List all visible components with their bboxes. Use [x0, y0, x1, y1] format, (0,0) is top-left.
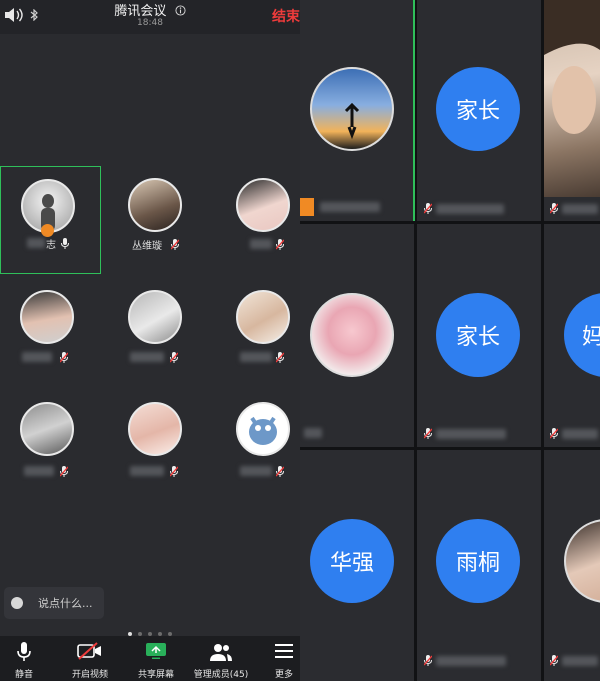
participant-tile[interactable]: [216, 390, 300, 494]
participant-tile[interactable]: [216, 278, 300, 382]
mic-muted-icon: [276, 239, 284, 250]
grid-divider: [300, 221, 600, 224]
participant-tile[interactable]: [108, 390, 200, 494]
meeting-title[interactable]: 腾讯会议: [0, 0, 300, 19]
redacted-name: [436, 656, 506, 666]
mic-muted-icon: [171, 239, 179, 250]
mute-label: 静音: [14, 670, 33, 680]
redacted-name: [436, 429, 506, 439]
redacted-name: [562, 204, 598, 214]
avatar: [236, 290, 290, 344]
redacted-name: [562, 656, 598, 666]
participant-avatar[interactable]: [564, 519, 600, 603]
meeting-main-view: 腾讯会议 18:48 结束 志 丛维璇 说点什么... 静音 开启视频 共享屏幕…: [0, 0, 300, 681]
mic-muted-icon: [60, 466, 68, 477]
participant-tile[interactable]: 丛维璇: [108, 166, 200, 270]
members-icon: [210, 644, 232, 661]
mic-muted-icon: [424, 428, 432, 439]
avatar: [20, 402, 74, 456]
mic-muted-icon: [60, 352, 68, 363]
participant-tile[interactable]: 志: [0, 166, 101, 274]
participant-avatar[interactable]: [310, 293, 394, 377]
share-screen-button[interactable]: 共享屏幕: [128, 636, 184, 681]
members-label: 管理成员(45): [193, 670, 249, 680]
redacted-name: [240, 466, 272, 476]
redacted-name: [436, 204, 504, 214]
participant-tile[interactable]: [108, 278, 200, 382]
mic-icon: [17, 642, 31, 661]
participant-tile[interactable]: [216, 166, 300, 270]
avatar: [128, 290, 182, 344]
redacted-name: [304, 428, 322, 438]
avatar: [236, 178, 290, 232]
avatar: [20, 290, 74, 344]
mic-muted-icon: [276, 352, 284, 363]
redacted-name: [24, 466, 54, 476]
mic-muted-icon: [170, 352, 178, 363]
mic-muted-icon: [424, 655, 432, 666]
share-label: 共享屏幕: [137, 670, 174, 680]
participant-initial[interactable]: 家长: [436, 67, 520, 151]
grid-divider: [300, 447, 600, 450]
mute-button[interactable]: 静音: [0, 636, 48, 681]
participant-initial[interactable]: 家长: [436, 293, 520, 377]
participant-avatar[interactable]: [310, 67, 394, 151]
active-speaker-border: [413, 0, 415, 221]
redacted-name: [130, 466, 164, 476]
redacted-name: [320, 202, 380, 212]
video-label: 开启视频: [71, 670, 108, 680]
mic-muted-icon: [550, 655, 558, 666]
chat-placeholder: 说点什么...: [38, 597, 93, 610]
meeting-clock: 18:48: [137, 18, 163, 28]
participant-video[interactable]: [544, 0, 600, 197]
redacted-name: [130, 352, 164, 362]
info-icon[interactable]: [175, 5, 186, 16]
end-meeting-button[interactable]: 结束: [272, 6, 300, 26]
avatar: [236, 402, 290, 456]
bottom-toolbar: 静音 开启视频 共享屏幕 管理成员(45) 更多: [0, 636, 300, 681]
more-label: 更多: [274, 670, 293, 680]
mic-muted-icon: [276, 466, 284, 477]
gallery-view: 家长 家长 妈 华强 雨桐: [300, 0, 600, 681]
mic-icon: [61, 238, 69, 249]
participant-initial[interactable]: 华强: [310, 519, 394, 603]
start-video-button[interactable]: 开启视频: [58, 636, 122, 681]
more-menu-icon: [275, 644, 293, 658]
participant-name: 志: [46, 240, 56, 251]
participant-initial[interactable]: 妈: [564, 293, 600, 377]
redacted-name: [240, 352, 272, 362]
participant-initial[interactable]: 雨桐: [436, 519, 520, 603]
mic-muted-icon: [170, 466, 178, 477]
participant-tile[interactable]: [0, 390, 92, 494]
redacted-name: [27, 238, 45, 248]
share-screen-icon: [146, 643, 166, 659]
mic-muted-icon: [550, 203, 558, 214]
redacted-name: [250, 239, 272, 249]
avatar: [128, 178, 182, 232]
redacted-name: [562, 429, 598, 439]
top-bar: 腾讯会议 18:48 结束: [0, 0, 300, 34]
redacted-name: [22, 352, 52, 362]
more-button[interactable]: 更多: [268, 636, 300, 681]
avatar: [128, 402, 182, 456]
participant-tile[interactable]: [0, 278, 92, 382]
mic-muted-icon: [550, 428, 558, 439]
participant-name: 丛维璇: [132, 241, 162, 252]
mic-muted-icon: [424, 203, 432, 214]
host-badge-icon: [300, 198, 314, 216]
emoji-icon[interactable]: [11, 597, 23, 609]
manage-members-button[interactable]: 管理成员(45): [190, 636, 252, 681]
video-off-icon: [77, 642, 101, 660]
